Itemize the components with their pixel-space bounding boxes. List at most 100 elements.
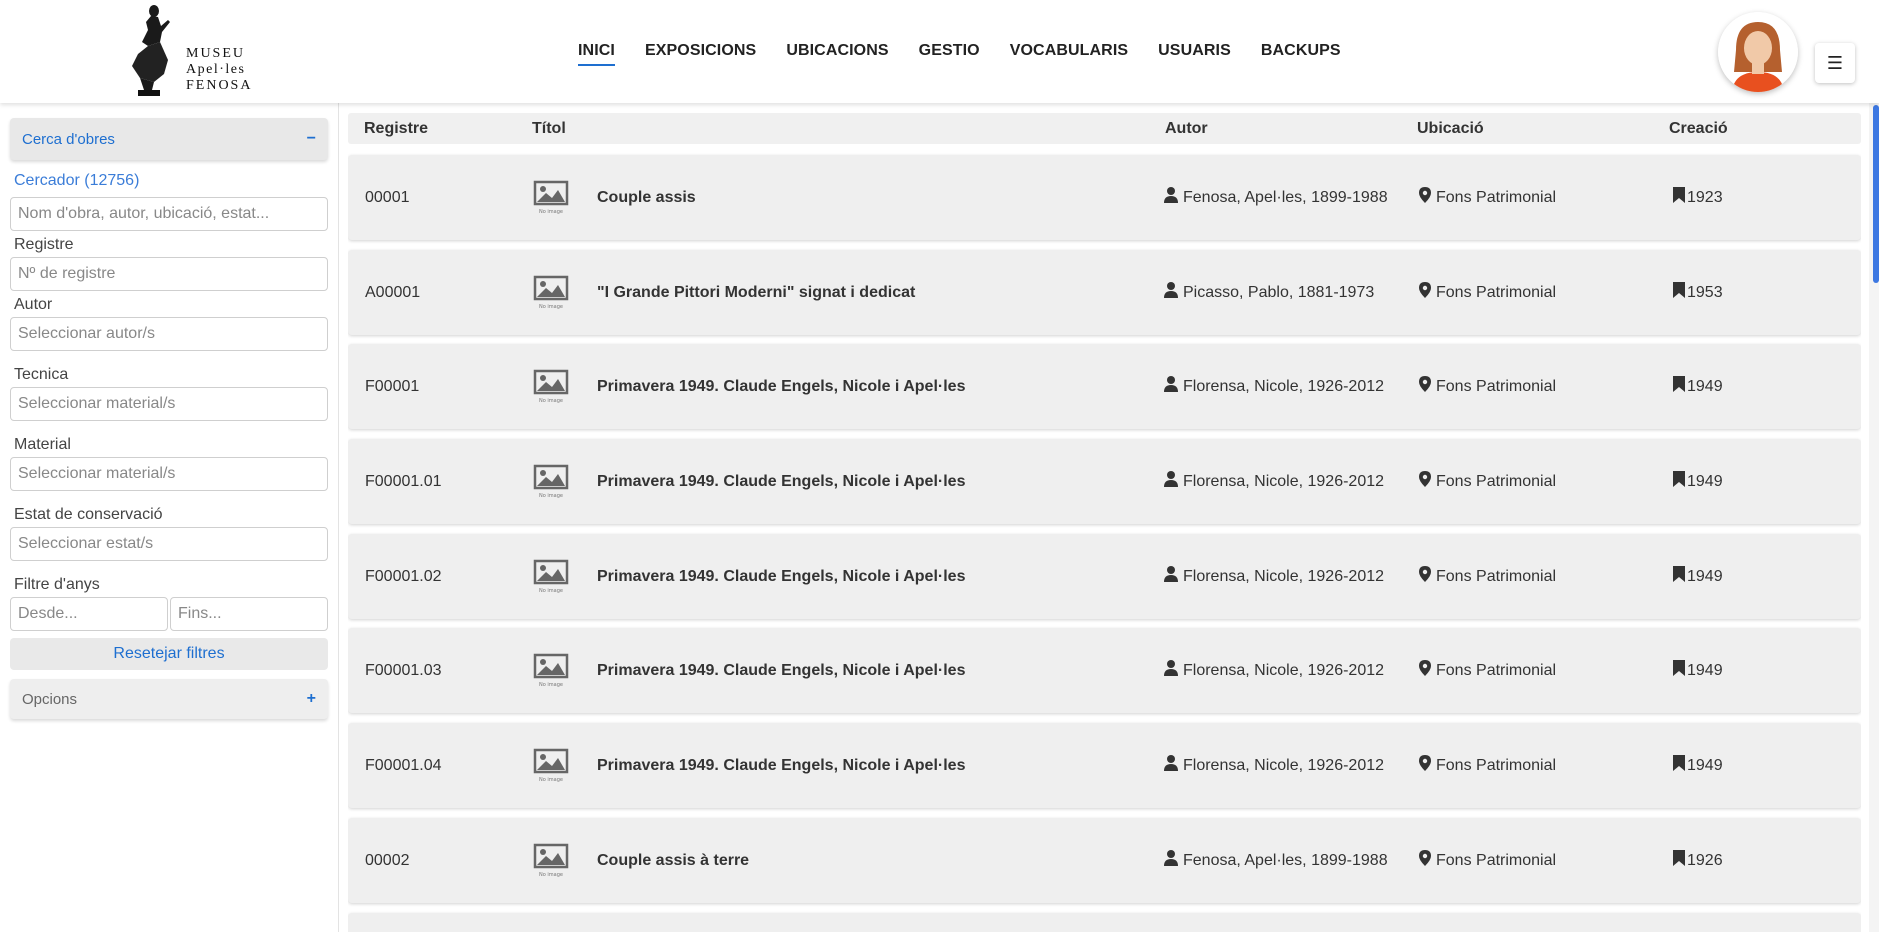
titol-cell[interactable]: Couple assis à terre bbox=[597, 818, 749, 903]
material-select[interactable]: Seleccionar material/s bbox=[10, 457, 328, 491]
ubicacio-text: Fons Patrimonial bbox=[1436, 567, 1557, 585]
year-from-input[interactable]: Desde... bbox=[10, 597, 168, 631]
ubicacio-text: Fons Patrimonial bbox=[1436, 472, 1557, 490]
header-ubicacio[interactable]: Ubicació bbox=[1417, 120, 1484, 138]
nav-vocabularis[interactable]: VOCABULARIS bbox=[1010, 42, 1128, 66]
reset-filters-button[interactable]: Resetejar filtres bbox=[10, 638, 328, 670]
table-row[interactable]: F00001.04 No image Primavera 1949. Claude … bbox=[348, 723, 1861, 808]
hamburger-menu-button[interactable]: ☰ bbox=[1815, 43, 1855, 83]
titol-cell[interactable]: Couple assis bbox=[597, 155, 696, 240]
svg-text:No image: No image bbox=[539, 682, 563, 688]
titol-cell[interactable]: Primavera 1949. Claude Engels, Nicole i … bbox=[597, 628, 965, 713]
bookmark-icon bbox=[1673, 471, 1685, 492]
creacio-text: 1949 bbox=[1687, 472, 1723, 490]
titol-cell[interactable]: Primavera 1949. Claude Engels, Nicole i … bbox=[597, 534, 965, 619]
nav-ubicacions[interactable]: UBICACIONS bbox=[786, 42, 888, 66]
ubicacio-cell: Fons Patrimonial bbox=[1419, 344, 1556, 429]
header-creacio[interactable]: Creació bbox=[1669, 120, 1728, 138]
registre-input[interactable]: Nº de registre bbox=[10, 257, 328, 291]
location-pin-icon bbox=[1419, 566, 1431, 587]
autor-select[interactable]: Seleccionar autor/s bbox=[10, 317, 328, 351]
ubicacio-cell: Fons Patrimonial bbox=[1419, 155, 1556, 240]
search-label: Cercador (12756) bbox=[14, 172, 140, 189]
location-pin-icon bbox=[1419, 660, 1431, 681]
user-avatar[interactable] bbox=[1718, 12, 1798, 92]
table-row[interactable]: F00001 No image Primavera 1949. Claude Eng… bbox=[348, 344, 1861, 429]
table-row[interactable]: F00001.01 No image Primavera 1949. Claude … bbox=[348, 439, 1861, 524]
creacio-text: 1949 bbox=[1687, 661, 1723, 679]
registre-cell: A00001 bbox=[365, 283, 421, 301]
bookmark-icon bbox=[1673, 755, 1685, 776]
museum-logo[interactable]: MUSEU Apel·les FENOSA bbox=[118, 2, 268, 100]
bookmark-icon bbox=[1673, 376, 1685, 397]
table-row-partial[interactable] bbox=[348, 913, 1861, 932]
location-pin-icon bbox=[1419, 850, 1431, 871]
year-to-input[interactable]: Fins... bbox=[170, 597, 328, 631]
bookmark-icon bbox=[1673, 850, 1685, 871]
no-image-icon: No image bbox=[532, 746, 570, 784]
nav-usuaris[interactable]: USUARIS bbox=[1158, 42, 1231, 66]
table-row[interactable]: F00001.03 No image Primavera 1949. Claude … bbox=[348, 628, 1861, 713]
header-autor[interactable]: Autor bbox=[1165, 120, 1208, 138]
ubicacio-text: Fons Patrimonial bbox=[1436, 283, 1557, 301]
header-registre[interactable]: Registre bbox=[364, 120, 428, 138]
titol-cell[interactable]: Primavera 1949. Claude Engels, Nicole i … bbox=[597, 723, 965, 808]
nav-inici[interactable]: INICI bbox=[578, 42, 615, 66]
table-row[interactable]: 00001 No image Couple assis Fenosa, Apel·le… bbox=[348, 155, 1861, 240]
no-image-icon: No image bbox=[532, 178, 570, 216]
search-panel-header[interactable]: Cerca d'obres − bbox=[10, 118, 328, 160]
table-row[interactable]: A00001 No image "I Grande Pittori Moderni"… bbox=[348, 250, 1861, 335]
search-panel-title: Cerca d'obres bbox=[22, 130, 115, 148]
table-row[interactable]: 00002 No image Couple assis à terre Fenosa,… bbox=[348, 818, 1861, 903]
autor-cell: Florensa, Nicole, 1926-2012 bbox=[1164, 439, 1384, 524]
ubicacio-text: Fons Patrimonial bbox=[1436, 377, 1557, 395]
nav-gestio[interactable]: GESTIO bbox=[919, 42, 980, 66]
person-icon bbox=[1164, 660, 1178, 681]
tecnica-label: Tecnica bbox=[14, 366, 69, 383]
location-pin-icon bbox=[1419, 471, 1431, 492]
options-panel-title: Opcions bbox=[22, 690, 78, 708]
registre-cell: F00001.01 bbox=[365, 472, 442, 490]
options-panel-header[interactable]: Opcions + bbox=[10, 679, 328, 719]
registre-cell: F00001.04 bbox=[365, 756, 442, 774]
creacio-text: 1923 bbox=[1687, 188, 1723, 206]
person-icon bbox=[1164, 755, 1178, 776]
svg-text:No image: No image bbox=[539, 872, 563, 878]
no-image-icon: No image bbox=[532, 651, 570, 689]
registre-cell: F00001.03 bbox=[365, 661, 442, 679]
estat-label: Estat de conservació bbox=[14, 506, 163, 523]
autor-cell: Florensa, Nicole, 1926-2012 bbox=[1164, 534, 1384, 619]
header-titol[interactable]: Títol bbox=[532, 120, 566, 138]
person-icon bbox=[1164, 850, 1178, 871]
ubicacio-cell: Fons Patrimonial bbox=[1419, 628, 1556, 713]
creacio-text: 1953 bbox=[1687, 283, 1723, 301]
creacio-text: 1926 bbox=[1687, 851, 1723, 869]
nav-backups[interactable]: BACKUPS bbox=[1261, 42, 1341, 66]
creacio-text: 1949 bbox=[1687, 756, 1723, 774]
expand-icon[interactable]: + bbox=[307, 690, 316, 708]
search-input[interactable]: Nom d'obra, autor, ubicació, estat... bbox=[10, 197, 328, 231]
user-portrait-icon bbox=[1718, 12, 1798, 92]
titol-cell[interactable]: Primavera 1949. Claude Engels, Nicole i … bbox=[597, 344, 965, 429]
no-image-icon: No image bbox=[532, 273, 570, 311]
scrollbar-thumb[interactable] bbox=[1873, 105, 1879, 283]
logo-line-2: Apel·les bbox=[186, 62, 246, 77]
creacio-cell: 1949 bbox=[1673, 534, 1723, 619]
titol-cell[interactable]: Primavera 1949. Claude Engels, Nicole i … bbox=[597, 439, 965, 524]
person-icon bbox=[1164, 282, 1178, 303]
autor-cell: Picasso, Pablo, 1881-1973 bbox=[1164, 250, 1374, 335]
table-row[interactable]: F00001.02 No image Primavera 1949. Claude … bbox=[348, 534, 1861, 619]
tecnica-select[interactable]: Seleccionar material/s bbox=[10, 387, 328, 421]
creacio-text: 1949 bbox=[1687, 377, 1723, 395]
location-pin-icon bbox=[1419, 755, 1431, 776]
collapse-icon[interactable]: − bbox=[307, 130, 316, 148]
titol-cell[interactable]: "I Grande Pittori Moderni" signat i dedi… bbox=[597, 250, 915, 335]
estat-select[interactable]: Seleccionar estat/s bbox=[10, 527, 328, 561]
creacio-cell: 1949 bbox=[1673, 723, 1723, 808]
creacio-cell: 1953 bbox=[1673, 250, 1723, 335]
nav-exposicions[interactable]: EXPOSICIONS bbox=[645, 42, 756, 66]
ubicacio-text: Fons Patrimonial bbox=[1436, 851, 1557, 869]
ubicacio-text: Fons Patrimonial bbox=[1436, 661, 1557, 679]
autor-label: Autor bbox=[14, 296, 53, 313]
autor-text: Florensa, Nicole, 1926-2012 bbox=[1183, 756, 1385, 774]
